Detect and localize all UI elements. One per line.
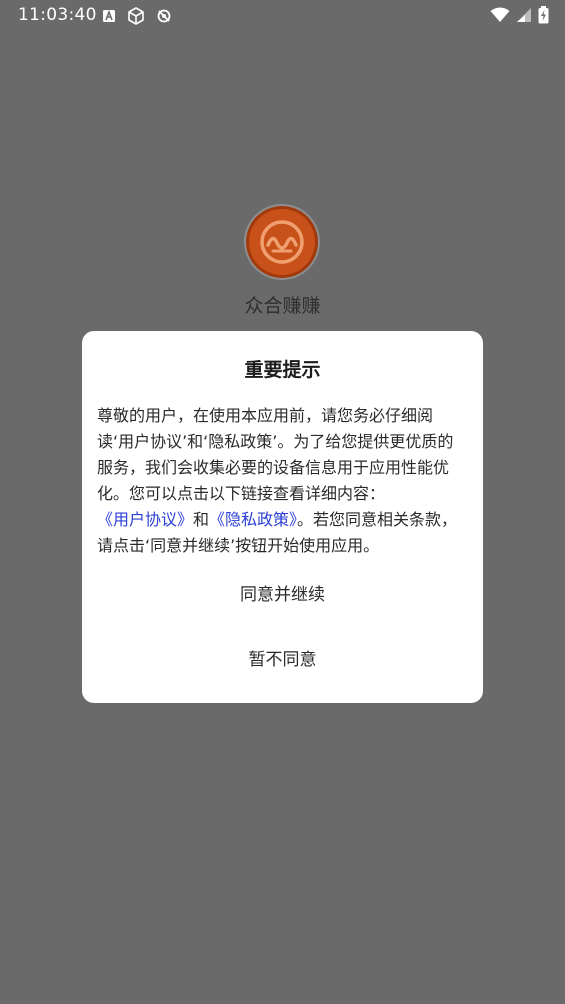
battery-charging-icon [538,6,549,24]
dialog-message: 尊敬的用户，在使用本应用前，请您务必仔细阅读‘用户协议’和‘隐私政策’。为了给您… [97,403,469,559]
app-name: 众合赚赚 [244,295,321,317]
status-notification-icons [102,6,172,26]
dialog-title: 重要提示 [244,359,321,381]
dialog-message-and: 和 [193,510,210,529]
privacy-dialog: 重要提示 尊敬的用户，在使用本应用前，请您务必仔细阅读‘用户协议’和‘隐私政策’… [82,331,483,703]
cube-icon [126,6,146,26]
text-a-icon [102,9,116,23]
signal-icon [516,7,532,23]
status-system-icons [490,6,549,24]
user-agreement-link[interactable]: 《用户协议》 [97,510,193,529]
status-bar: 11:03:40 [0,0,565,32]
agree-and-continue-button[interactable]: 同意并继续 [82,578,483,612]
wifi-icon [490,7,510,23]
privacy-policy-link[interactable]: 《隐私政策》 [209,510,297,529]
dialog-message-text: 尊敬的用户，在使用本应用前，请您务必仔细阅读‘用户协议’和‘隐私政策’。为了给您… [97,406,454,503]
disagree-button[interactable]: 暂不同意 [82,643,483,677]
app-logo [243,203,321,281]
sync-icon [156,8,172,24]
status-time: 11:03:40 [18,5,97,25]
